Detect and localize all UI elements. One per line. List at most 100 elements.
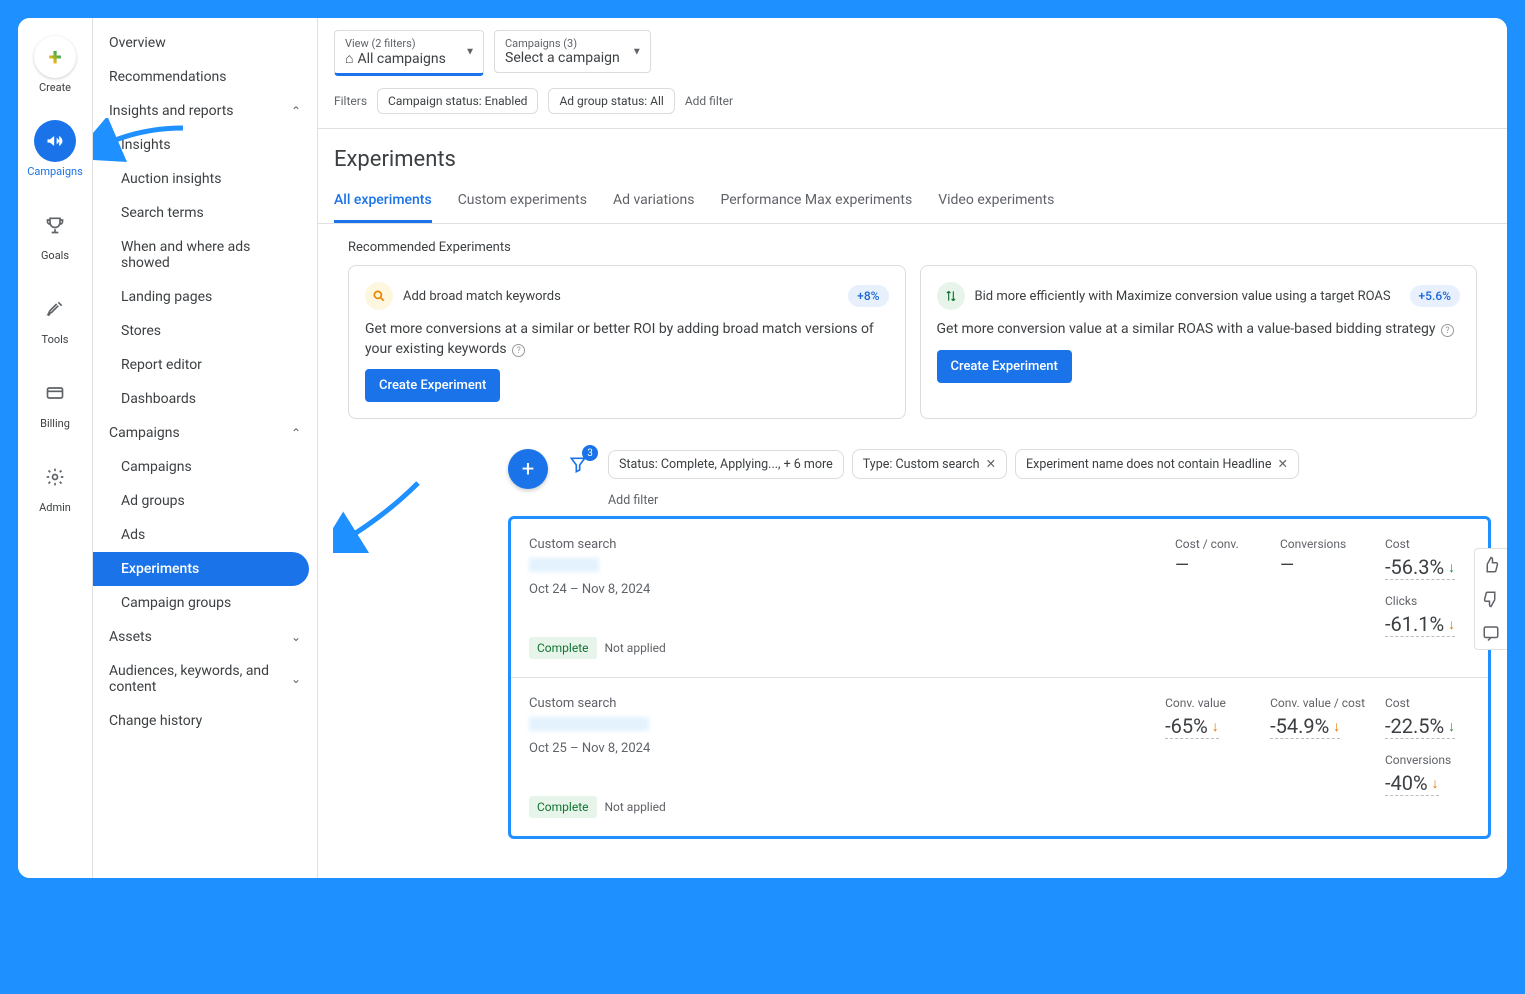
- filter-count-badge: 3: [582, 445, 598, 461]
- filter-chip-campaign-status[interactable]: Campaign status: Enabled: [377, 88, 538, 114]
- reco-card-2-title: Bid more efficiently with Maximize conve…: [975, 289, 1400, 304]
- reco-card-2: Bid more efficiently with Maximize conve…: [920, 265, 1478, 419]
- house-icon: ⌂: [345, 50, 353, 67]
- sidebar-when-where[interactable]: When and where ads showed: [93, 230, 317, 280]
- thumbs-down-icon[interactable]: [1479, 587, 1503, 611]
- filters-label: Filters: [334, 94, 367, 108]
- close-icon[interactable]: ✕: [1277, 456, 1287, 472]
- sidebar-dashboards[interactable]: Dashboards: [93, 382, 317, 416]
- sidebar-landing[interactable]: Landing pages: [93, 280, 317, 314]
- create-experiment-button-1[interactable]: Create Experiment: [365, 369, 500, 402]
- sidebar-report-editor[interactable]: Report editor: [93, 348, 317, 382]
- tab-all-experiments[interactable]: All experiments: [334, 180, 432, 223]
- metric-value: -54.9%↓: [1270, 714, 1340, 739]
- sidebar-search-terms[interactable]: Search terms: [93, 196, 317, 230]
- rail-goals[interactable]: Goals: [32, 198, 78, 268]
- filter-funnel-button[interactable]: 3: [562, 449, 594, 486]
- reco-card-2-desc: Get more conversion value at a similar R…: [937, 320, 1461, 340]
- experiment-row[interactable]: Custom search Oct 24 – Nov 8, 2024 Compl…: [511, 519, 1488, 678]
- sidebar-overview[interactable]: Overview: [93, 26, 317, 60]
- arrow-down-icon: ↓: [1212, 718, 1219, 735]
- sidebar-campaigns-section-label: Campaigns: [109, 425, 180, 441]
- sidebar-change-history[interactable]: Change history: [93, 704, 317, 738]
- filter-chip-type[interactable]: Type: Custom search✕: [852, 449, 1007, 479]
- view-dropdown-value: All campaigns: [357, 51, 445, 67]
- sidebar-recommendations[interactable]: Recommendations: [93, 60, 317, 94]
- reco-card-2-badge: +5.6%: [1410, 285, 1460, 307]
- sidebar-ad-groups[interactable]: Ad groups: [93, 484, 317, 518]
- arrow-down-icon: ↓: [1448, 718, 1455, 735]
- card-icon: [34, 372, 76, 414]
- rail-billing[interactable]: Billing: [32, 366, 78, 436]
- campaign-dropdown-small: Campaigns (3): [505, 37, 620, 50]
- thumbs-up-icon[interactable]: [1479, 553, 1503, 577]
- nav-rail: + Create Campaigns Goals Tools Billing: [18, 18, 93, 878]
- tab-custom-experiments[interactable]: Custom experiments: [458, 180, 587, 223]
- sidebar-assets-label: Assets: [109, 629, 152, 645]
- applied-label: Not applied: [605, 800, 666, 814]
- arrow-down-icon: ↓: [1333, 718, 1340, 735]
- campaign-dropdown-value: Select a campaign: [505, 50, 620, 66]
- chevron-down-icon: ⌄: [291, 672, 301, 686]
- metric-value: —: [1175, 555, 1189, 576]
- experiment-date: Oct 25 – Nov 8, 2024: [529, 741, 1145, 756]
- experiment-type: Custom search: [529, 696, 1145, 711]
- reco-card-1-desc: Get more conversions at a similar or bet…: [365, 320, 889, 359]
- status-badge: Complete: [529, 796, 597, 818]
- rail-campaigns[interactable]: Campaigns: [25, 114, 85, 184]
- sidebar-audiences[interactable]: Audiences, keywords, and content ⌄: [93, 654, 317, 704]
- sidebar-stores[interactable]: Stores: [93, 314, 317, 348]
- experiment-type: Custom search: [529, 537, 1155, 552]
- sidebar-campaign-groups[interactable]: Campaign groups: [93, 586, 317, 620]
- experiment-row[interactable]: Custom search Oct 25 – Nov 8, 2024 Compl…: [511, 678, 1488, 836]
- view-dropdown-small: View (2 filters): [345, 37, 453, 50]
- trophy-icon: [34, 204, 76, 246]
- add-filter-link-2[interactable]: Add filter: [608, 485, 1299, 508]
- tab-pmax-experiments[interactable]: Performance Max experiments: [720, 180, 912, 223]
- rail-tools[interactable]: Tools: [32, 282, 78, 352]
- tab-video-experiments[interactable]: Video experiments: [938, 180, 1054, 223]
- help-icon[interactable]: ?: [512, 344, 525, 357]
- campaign-dropdown[interactable]: Campaigns (3) Select a campaign ▼: [494, 30, 651, 73]
- plus-icon: +: [48, 43, 61, 71]
- sidebar-campaigns[interactable]: Campaigns: [93, 450, 317, 484]
- chevron-down-icon: ⌄: [291, 630, 301, 644]
- view-dropdown[interactable]: View (2 filters) ⌂All campaigns ▼: [334, 30, 484, 76]
- rail-campaigns-label: Campaigns: [27, 165, 83, 178]
- filterbar: Filters Campaign status: Enabled Ad grou…: [318, 84, 1507, 129]
- sidebar-experiments[interactable]: Experiments: [93, 552, 309, 586]
- rail-admin[interactable]: Admin: [32, 450, 78, 520]
- help-icon[interactable]: ?: [1441, 324, 1454, 337]
- add-experiment-fab[interactable]: +: [508, 449, 548, 489]
- metric-label: Conv. value: [1165, 696, 1250, 710]
- feedback-icon[interactable]: [1479, 621, 1503, 645]
- search-icon: [365, 282, 393, 310]
- experiment-date: Oct 24 – Nov 8, 2024: [529, 582, 1155, 597]
- filter-chip-status[interactable]: Status: Complete, Applying..., + 6 more: [608, 450, 844, 479]
- metric-value: -56.3%↓: [1385, 555, 1455, 580]
- metric-label: Cost: [1385, 537, 1470, 551]
- sidebar-campaigns-section[interactable]: Campaigns ⌃: [93, 416, 317, 450]
- close-icon[interactable]: ✕: [986, 456, 996, 472]
- create-button[interactable]: + Create: [32, 30, 78, 100]
- filter-chip-adgroup-status[interactable]: Ad group status: All: [548, 88, 674, 114]
- sidebar-ads[interactable]: Ads: [93, 518, 317, 552]
- megaphone-icon: [34, 120, 76, 162]
- sidebar-insights-section-label: Insights and reports: [109, 103, 234, 119]
- create-label: Create: [39, 81, 71, 94]
- create-experiment-button-2[interactable]: Create Experiment: [937, 350, 1072, 383]
- metric-label: Conversions: [1280, 537, 1365, 551]
- sidebar-audiences-label: Audiences, keywords, and content: [109, 663, 291, 695]
- filter-chip-name[interactable]: Experiment name does not contain Headlin…: [1015, 449, 1299, 479]
- tab-ad-variations[interactable]: Ad variations: [613, 180, 694, 223]
- topbar: View (2 filters) ⌂All campaigns ▼ Campai…: [318, 18, 1507, 84]
- sidebar-assets[interactable]: Assets ⌄: [93, 620, 317, 654]
- sidebar-insights-section[interactable]: Insights and reports ⌃: [93, 94, 317, 128]
- chevron-down-icon: ▼: [632, 46, 642, 57]
- chevron-up-icon: ⌃: [291, 104, 301, 118]
- applied-label: Not applied: [605, 641, 666, 655]
- sidebar: Overview Recommendations Insights and re…: [93, 18, 318, 878]
- sidebar-auction[interactable]: Auction insights: [93, 162, 317, 196]
- add-filter-link[interactable]: Add filter: [685, 94, 733, 108]
- sidebar-insights[interactable]: Insights: [93, 128, 317, 162]
